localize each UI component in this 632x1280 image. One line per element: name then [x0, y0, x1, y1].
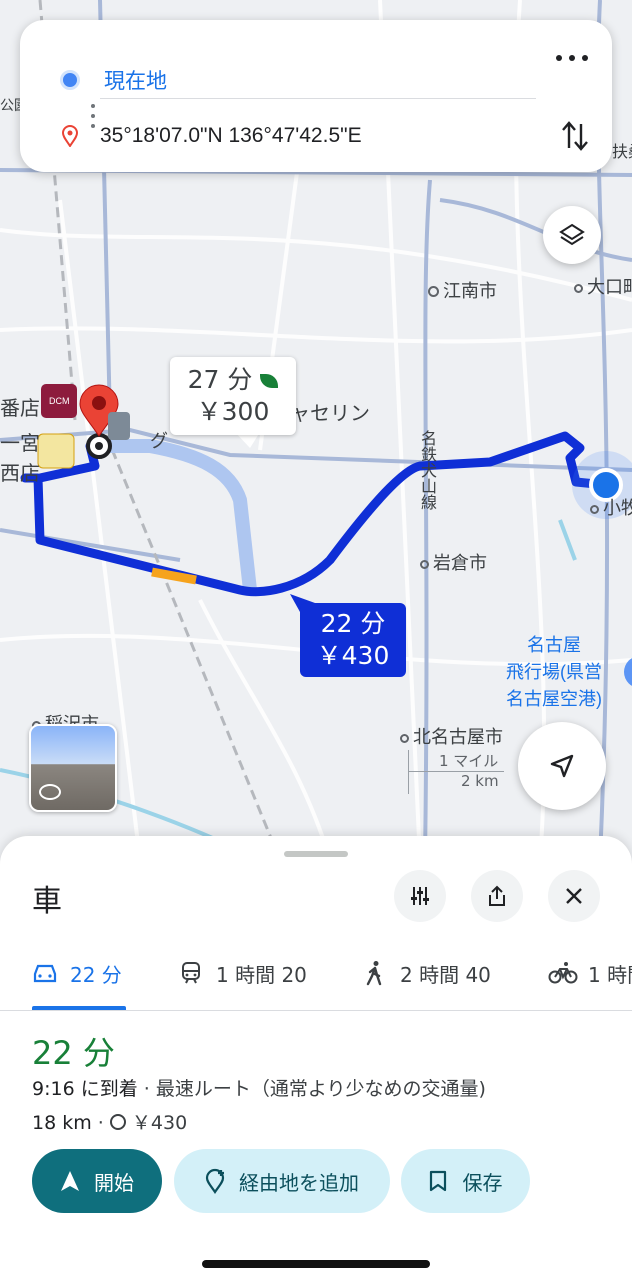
label-gu: グ — [150, 431, 168, 451]
arrival-note: · 最速ルート（通常より少なめの交通量) — [143, 1078, 486, 1100]
tab-cycling[interactable]: 1 時間 — [548, 936, 632, 1010]
alt-route-time: 27 分 — [187, 365, 253, 394]
main-route-callout[interactable]: 22 分 ￥430 — [300, 603, 406, 677]
close-button[interactable] — [548, 870, 600, 922]
travel-mode-tabs: 22 分 1 時間 20 2 時間 40 1 時間 — [0, 936, 632, 1011]
add-stop-button[interactable]: 経由地を追加 — [174, 1149, 390, 1213]
main-route-time: 22 分 — [320, 609, 386, 638]
directions-search-card: 現在地 35°18'07.0"N 136°47'42.5"E — [20, 20, 612, 172]
arrival-info: 9:16 に到着 · 最速ルート（通常より少なめの交通量) — [32, 1074, 486, 1101]
label-sale: ャセリン — [290, 403, 370, 425]
swap-icon[interactable] — [560, 118, 590, 154]
tab-driving-label: 22 分 — [70, 962, 122, 987]
origin-field[interactable]: 現在地 — [104, 65, 167, 95]
store-icon — [37, 433, 75, 469]
add-stop-label: 経由地を追加 — [239, 1170, 359, 1195]
alt-route-fare: ￥300 — [196, 397, 270, 426]
scale-bar: 1 マイル 2 km — [408, 750, 504, 794]
tab-walking[interactable]: 2 時間 40 — [364, 936, 491, 1010]
save-button[interactable]: 保存 — [401, 1149, 530, 1213]
tab-cycling-label: 1 時間 — [588, 962, 632, 987]
sheet-title: 車 — [32, 884, 62, 919]
label-left-ichinomiya: 一宮 — [0, 433, 40, 455]
tab-walking-label: 2 時間 40 — [400, 962, 491, 987]
bookmark-icon — [429, 1170, 446, 1192]
tab-driving[interactable]: 22 分 — [32, 936, 122, 1010]
destination-row[interactable]: 35°18'07.0"N 136°47'42.5"E — [20, 106, 612, 166]
save-label: 保存 — [462, 1170, 503, 1195]
label-oguchi: 大口町 — [587, 277, 632, 297]
origin-dot-icon — [60, 70, 80, 90]
leaf-icon — [260, 374, 279, 388]
sliders-icon — [411, 887, 429, 905]
destination-field[interactable]: 35°18'07.0"N 136°47'42.5"E — [100, 124, 362, 148]
destination-pin-icon — [62, 125, 78, 147]
origin-row[interactable]: 現在地 — [20, 50, 612, 110]
distance-info: 18 km · ￥430 — [32, 1108, 187, 1135]
bike-icon — [548, 962, 578, 984]
label-konan: 江南市 — [443, 281, 497, 301]
start-label: 開始 — [94, 1170, 134, 1195]
share-button[interactable] — [471, 870, 523, 922]
layers-icon — [559, 223, 585, 246]
share-icon — [489, 885, 505, 906]
arrival-time: 9:16 に到着 — [32, 1078, 138, 1100]
start-button[interactable]: 開始 — [32, 1149, 162, 1213]
rotate-360-icon — [39, 784, 61, 800]
main-route-fare: ￥430 — [316, 641, 390, 670]
label-kitanagoya: 北名古屋市 — [413, 727, 503, 747]
street-view-thumbnail[interactable] — [29, 724, 117, 812]
train-icon — [182, 962, 200, 984]
recenter-button[interactable] — [518, 722, 606, 810]
car-icon — [33, 964, 57, 983]
route-distance: 18 km — [32, 1112, 92, 1134]
label-iwakura: 岩倉市 — [433, 553, 487, 573]
toll-icon — [109, 1114, 126, 1130]
layers-button[interactable] — [543, 206, 601, 264]
tab-transit[interactable]: 1 時間 20 — [180, 936, 307, 1010]
scale-km: 2 km — [408, 772, 504, 794]
add-location-icon — [205, 1168, 225, 1194]
scale-mile: 1 マイル — [408, 750, 504, 772]
alt-route-callout[interactable]: 27 分 ￥300 — [170, 357, 296, 435]
label-meitetsu-line: 名鉄犬山線 — [418, 430, 435, 510]
label-airport: 名古屋 飛行場(県営 名古屋空港) — [506, 635, 602, 709]
tab-transit-label: 1 時間 20 — [216, 962, 307, 987]
directions-sheet: 車 22 分 1 時間 20 2 時間 40 1 時間 22 分 9:16 に到… — [0, 836, 632, 1280]
sheet-drag-handle[interactable] — [284, 851, 348, 857]
dcm-label: DCM — [49, 396, 70, 406]
label-left-nishi: 西店 — [0, 463, 40, 485]
field-divider — [100, 98, 536, 99]
label-komaki: 小牧 — [603, 498, 632, 518]
parking-icon — [108, 412, 130, 440]
route-options-button[interactable] — [394, 870, 446, 922]
close-icon — [566, 888, 582, 904]
navigation-arrow-icon — [550, 754, 574, 778]
home-indicator[interactable] — [202, 1260, 430, 1268]
route-duration: 22 分 — [32, 1034, 115, 1072]
label-left-ban: 番店 — [0, 398, 40, 420]
active-tab-indicator — [32, 1006, 126, 1010]
more-options-button[interactable] — [556, 48, 588, 68]
navigate-arrow-icon — [61, 1171, 79, 1191]
toll-amount: ￥430 — [131, 1112, 188, 1134]
walk-icon — [366, 961, 382, 986]
label-fuso: 扶桑 — [612, 144, 632, 161]
separator-dot: · — [97, 1112, 104, 1134]
